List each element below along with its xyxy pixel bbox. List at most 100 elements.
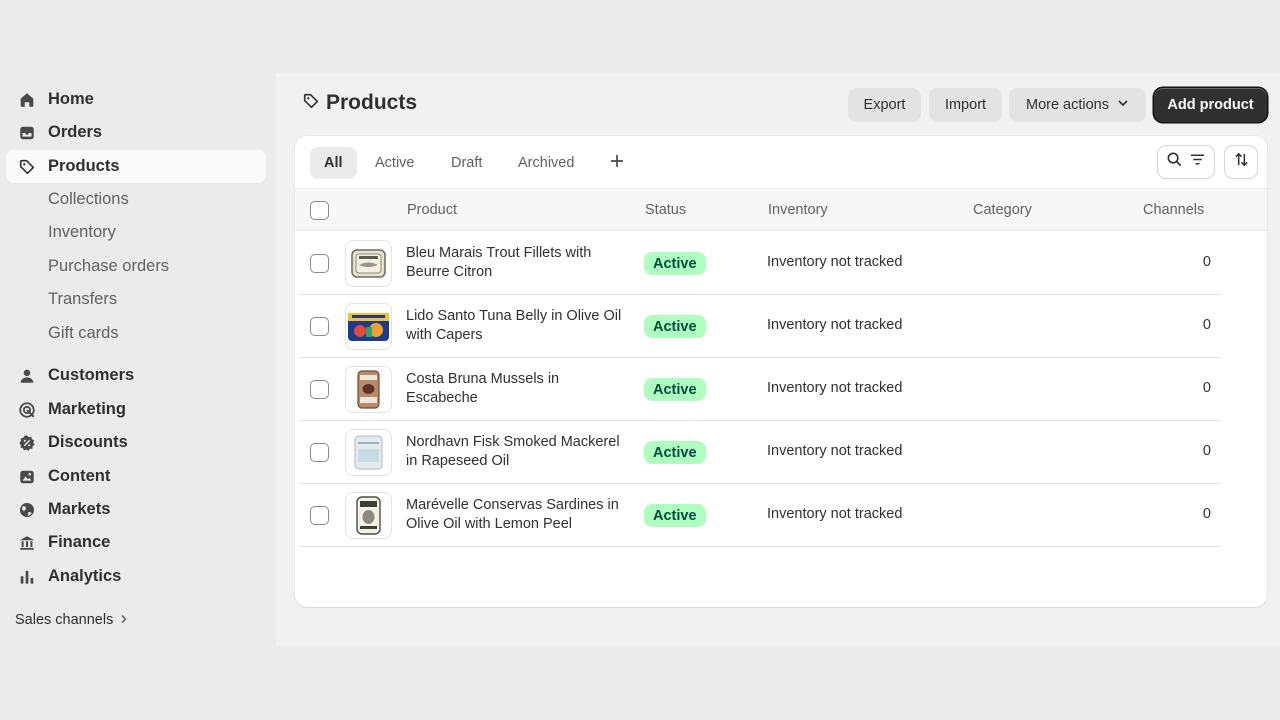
- table-row[interactable]: Marévelle Conservas Sardines in Olive Oi…: [299, 484, 1221, 547]
- status-badge: Active: [644, 504, 706, 527]
- channels-cell: 0: [1202, 443, 1211, 459]
- row-checkbox[interactable]: [310, 317, 329, 336]
- tab-active[interactable]: Active: [361, 147, 429, 179]
- row-checkbox[interactable]: [310, 380, 329, 399]
- column-header-product[interactable]: Product: [407, 202, 457, 218]
- sales-channels-label: Sales channels: [15, 612, 114, 628]
- bank-icon: [18, 534, 36, 552]
- inventory-cell: Inventory not tracked: [767, 506, 903, 522]
- export-button[interactable]: Export: [848, 88, 921, 122]
- sidebar-subitem-collections[interactable]: Collections: [6, 185, 266, 215]
- discount-icon: [18, 434, 36, 452]
- channels-cell: 0: [1202, 506, 1211, 522]
- sidebar-item-discounts[interactable]: Discounts: [6, 426, 266, 459]
- sidebar-subitem-purchase-orders[interactable]: Purchase orders: [6, 252, 266, 282]
- sidebar-item-analytics[interactable]: Analytics: [6, 560, 266, 593]
- sidebar-item-products[interactable]: Products: [6, 150, 266, 183]
- export-button-label: Export: [863, 97, 906, 113]
- more-actions-button[interactable]: More actions: [1009, 88, 1146, 122]
- product-name-line: Nordhavn Fisk Smoked Mackerel: [406, 434, 620, 450]
- tab-label: All: [324, 155, 343, 171]
- status-badge: Active: [644, 441, 706, 464]
- product-name-line: with Capers: [406, 327, 483, 343]
- table-row[interactable]: Nordhavn Fisk Smoked Mackerel in Rapesee…: [299, 421, 1221, 484]
- product-name-line: Costa Bruna Mussels in: [406, 371, 560, 387]
- column-header-status[interactable]: Status: [645, 202, 686, 218]
- sidebar-item-label: Products: [48, 157, 120, 175]
- channels-cell: 0: [1202, 317, 1211, 333]
- add-product-label: Add product: [1167, 97, 1254, 113]
- column-header-channels[interactable]: Channels: [1143, 202, 1204, 218]
- tag-icon: [302, 92, 320, 115]
- table-row[interactable]: Bleu Marais Trout Fillets with Beurre Ci…: [299, 232, 1221, 295]
- inventory-cell: Inventory not tracked: [767, 443, 903, 459]
- tab-all[interactable]: All: [310, 147, 357, 179]
- table-row[interactable]: Costa Bruna Mussels in Escabeche Active …: [299, 358, 1221, 421]
- column-header-category[interactable]: Category: [973, 202, 1032, 218]
- channels-cell: 0: [1202, 254, 1211, 270]
- product-name[interactable]: Lido Santo Tuna Belly in Olive Oil with …: [406, 307, 638, 345]
- sidebar-item-markets[interactable]: Markets: [6, 493, 266, 526]
- tab-label: Archived: [518, 155, 575, 171]
- product-name[interactable]: Marévelle Conservas Sardines in Olive Oi…: [406, 496, 638, 534]
- row-checkbox[interactable]: [310, 506, 329, 525]
- sidebar-item-label: Finance: [48, 533, 111, 551]
- product-thumbnail: [345, 303, 392, 350]
- tab-draft[interactable]: Draft: [437, 147, 496, 179]
- tab-archived[interactable]: Archived: [504, 147, 588, 179]
- tag-icon: [18, 158, 36, 176]
- tab-label: Draft: [451, 155, 483, 171]
- sidebar-item-content[interactable]: Content: [6, 460, 266, 493]
- sidebar-subitem-label: Inventory: [48, 223, 116, 241]
- search-filter-button[interactable]: [1158, 146, 1214, 178]
- sort-button[interactable]: [1225, 146, 1257, 178]
- product-thumbnail: [345, 240, 392, 287]
- status-badge: Active: [644, 378, 706, 401]
- product-name-line: Escabeche: [406, 390, 478, 406]
- add-view-button[interactable]: [607, 153, 627, 173]
- more-actions-label: More actions: [1025, 97, 1109, 113]
- sales-channels-link[interactable]: Sales channels: [15, 612, 129, 628]
- search-icon: [1166, 151, 1183, 173]
- main-content: Products Export Import More actions Add …: [276, 73, 1280, 646]
- product-name[interactable]: Nordhavn Fisk Smoked Mackerel in Rapesee…: [406, 433, 638, 471]
- product-name-line: Olive Oil with Lemon Peel: [406, 516, 573, 532]
- top-band: [0, 0, 1280, 73]
- product-name-line: Beurre Citron: [406, 264, 493, 280]
- sidebar: Home Orders Products Collections Invento…: [0, 73, 276, 646]
- inventory-cell: Inventory not tracked: [767, 254, 903, 270]
- sidebar-subitem-label: Purchase orders: [48, 257, 170, 275]
- add-product-button[interactable]: Add product: [1154, 88, 1267, 122]
- inbox-icon: [18, 124, 36, 142]
- home-icon: [18, 91, 36, 109]
- sidebar-item-label: Customers: [48, 366, 135, 384]
- page-header: Products: [302, 91, 417, 115]
- import-button[interactable]: Import: [929, 88, 1002, 122]
- products-card: All Active Draft Archived Product Status…: [295, 136, 1267, 607]
- sidebar-item-label: Analytics: [48, 567, 122, 585]
- globe-icon: [18, 501, 36, 519]
- sidebar-item-home[interactable]: Home: [6, 83, 266, 116]
- table-header: Product Status Inventory Category Channe…: [295, 188, 1267, 231]
- product-name-line: in Rapeseed Oil: [406, 453, 510, 469]
- product-name[interactable]: Bleu Marais Trout Fillets with Beurre Ci…: [406, 244, 638, 282]
- sidebar-item-orders[interactable]: Orders: [6, 116, 266, 149]
- status-badge: Active: [644, 252, 706, 275]
- product-name[interactable]: Costa Bruna Mussels in Escabeche: [406, 370, 638, 408]
- sidebar-item-marketing[interactable]: Marketing: [6, 393, 266, 426]
- sidebar-subitem-gift-cards[interactable]: Gift cards: [6, 319, 266, 349]
- sidebar-item-customers[interactable]: Customers: [6, 359, 266, 392]
- sidebar-item-finance[interactable]: Finance: [6, 526, 266, 559]
- admin-window: Home Orders Products Collections Invento…: [0, 73, 1280, 646]
- product-thumbnail: [345, 366, 392, 413]
- sidebar-subitem-inventory[interactable]: Inventory: [6, 218, 266, 248]
- column-header-inventory[interactable]: Inventory: [768, 202, 828, 218]
- sidebar-subitem-label: Transfers: [48, 290, 118, 308]
- table-row[interactable]: Lido Santo Tuna Belly in Olive Oil with …: [299, 295, 1221, 358]
- row-checkbox[interactable]: [310, 443, 329, 462]
- sidebar-subitem-transfers[interactable]: Transfers: [6, 285, 266, 315]
- tab-label: Active: [375, 155, 415, 171]
- select-all-checkbox[interactable]: [310, 201, 329, 220]
- target-icon: [18, 401, 36, 419]
- row-checkbox[interactable]: [310, 254, 329, 273]
